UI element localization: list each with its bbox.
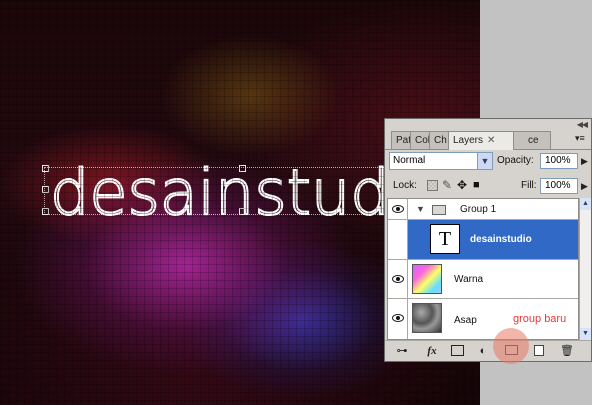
eye-icon[interactable] [392,275,404,283]
layer-name: Warna [454,274,484,285]
blend-mode-value: Normal [393,155,426,166]
layer-name: desainstudio [470,234,532,245]
layer-row-warna[interactable]: Warna [388,260,578,299]
group-expand-arrow-icon[interactable]: ▼ [416,204,425,214]
blend-mode-select[interactable]: Normal ▼ [389,152,493,170]
folder-icon [432,205,446,215]
layer-row-group-1[interactable]: ▼ Group 1 [388,199,578,220]
opacity-slider-arrow-icon[interactable]: ▶ [581,156,588,167]
opacity-input[interactable]: 100% [540,153,578,169]
asap-thumbnail [412,303,442,333]
fill-label: Fill: [521,180,537,191]
lock-fill-row: Lock: ✎ ✥ ■ Fill: 100% ▶ [389,177,588,195]
transform-handle-middle-left[interactable] [42,186,49,193]
transform-handle-bottom-middle[interactable] [239,208,246,215]
fill-slider-arrow-icon[interactable]: ▶ [581,181,588,192]
transform-handle-bottom-left[interactable] [42,208,49,215]
tab-color[interactable]: Col [410,131,430,149]
panel-title-bar[interactable]: ◀◀ [385,119,591,129]
tab-layers[interactable]: Layers ✕ [448,131,514,150]
layers-bottom-toolbar: ⊶ fx ◐ 🗑 [385,340,591,361]
fill-input[interactable]: 100% [540,178,578,194]
scroll-down-icon[interactable]: ▼ [580,328,591,340]
layer-name: Group 1 [460,204,497,215]
new-group-highlight-circle [493,328,529,364]
visibility-cell[interactable] [388,299,408,339]
layer-name: Asap [454,315,477,326]
lock-all-icon[interactable]: ■ [473,179,480,191]
visibility-cell[interactable] [388,220,408,259]
fx-icon[interactable]: fx [423,344,441,358]
visibility-cell[interactable] [388,199,408,219]
lock-position-icon[interactable]: ✥ [457,178,467,192]
blend-opacity-row: Normal ▼ Opacity: 100% ▶ [389,152,588,172]
collapse-panel-icon[interactable]: ◀◀ [577,120,588,129]
layer-row-desainstudio[interactable]: T desainstudio [388,220,578,260]
text-layer-thumbnail: T [430,224,460,254]
lock-pixels-icon[interactable]: ✎ [442,178,452,192]
scroll-up-icon[interactable]: ▲ [580,198,591,210]
panel-tabs: Pat Col Ch ce Layers ✕ [391,131,591,150]
lock-transparency-icon[interactable] [427,180,438,191]
tab-channels[interactable]: Ch [429,131,449,149]
warna-thumbnail [412,264,442,294]
layer-list-scrollbar[interactable]: ▲ ▼ [579,198,591,340]
eye-icon[interactable] [392,205,404,213]
trash-icon[interactable]: 🗑 [559,344,575,358]
close-tab-icon[interactable]: ✕ [487,135,495,146]
transform-handle-top-left[interactable] [42,165,49,172]
new-layer-icon[interactable] [531,344,547,358]
transform-handle-top-middle[interactable] [239,165,246,172]
panel-menu-icon[interactable]: ▾≡ [575,133,587,143]
adjustment-icon[interactable]: ◐ [475,344,491,358]
mask-icon[interactable] [449,344,465,358]
tab-layers-label: Layers [453,135,484,146]
chevron-down-icon[interactable]: ▼ [477,153,492,169]
layers-panel: ◀◀ Pat Col Ch ce Layers ✕ ▾≡ Normal ▼ Opa… [384,118,592,362]
eye-icon[interactable] [392,314,404,322]
link-icon[interactable]: ⊶ [393,344,411,358]
tab-paths[interactable]: Pat [391,131,411,149]
opacity-label: Opacity: [497,155,534,166]
annotation-label: group baru [513,313,567,325]
lock-label: Lock: [393,180,417,191]
tab-history[interactable]: ce [509,131,551,149]
visibility-cell[interactable] [388,260,408,298]
